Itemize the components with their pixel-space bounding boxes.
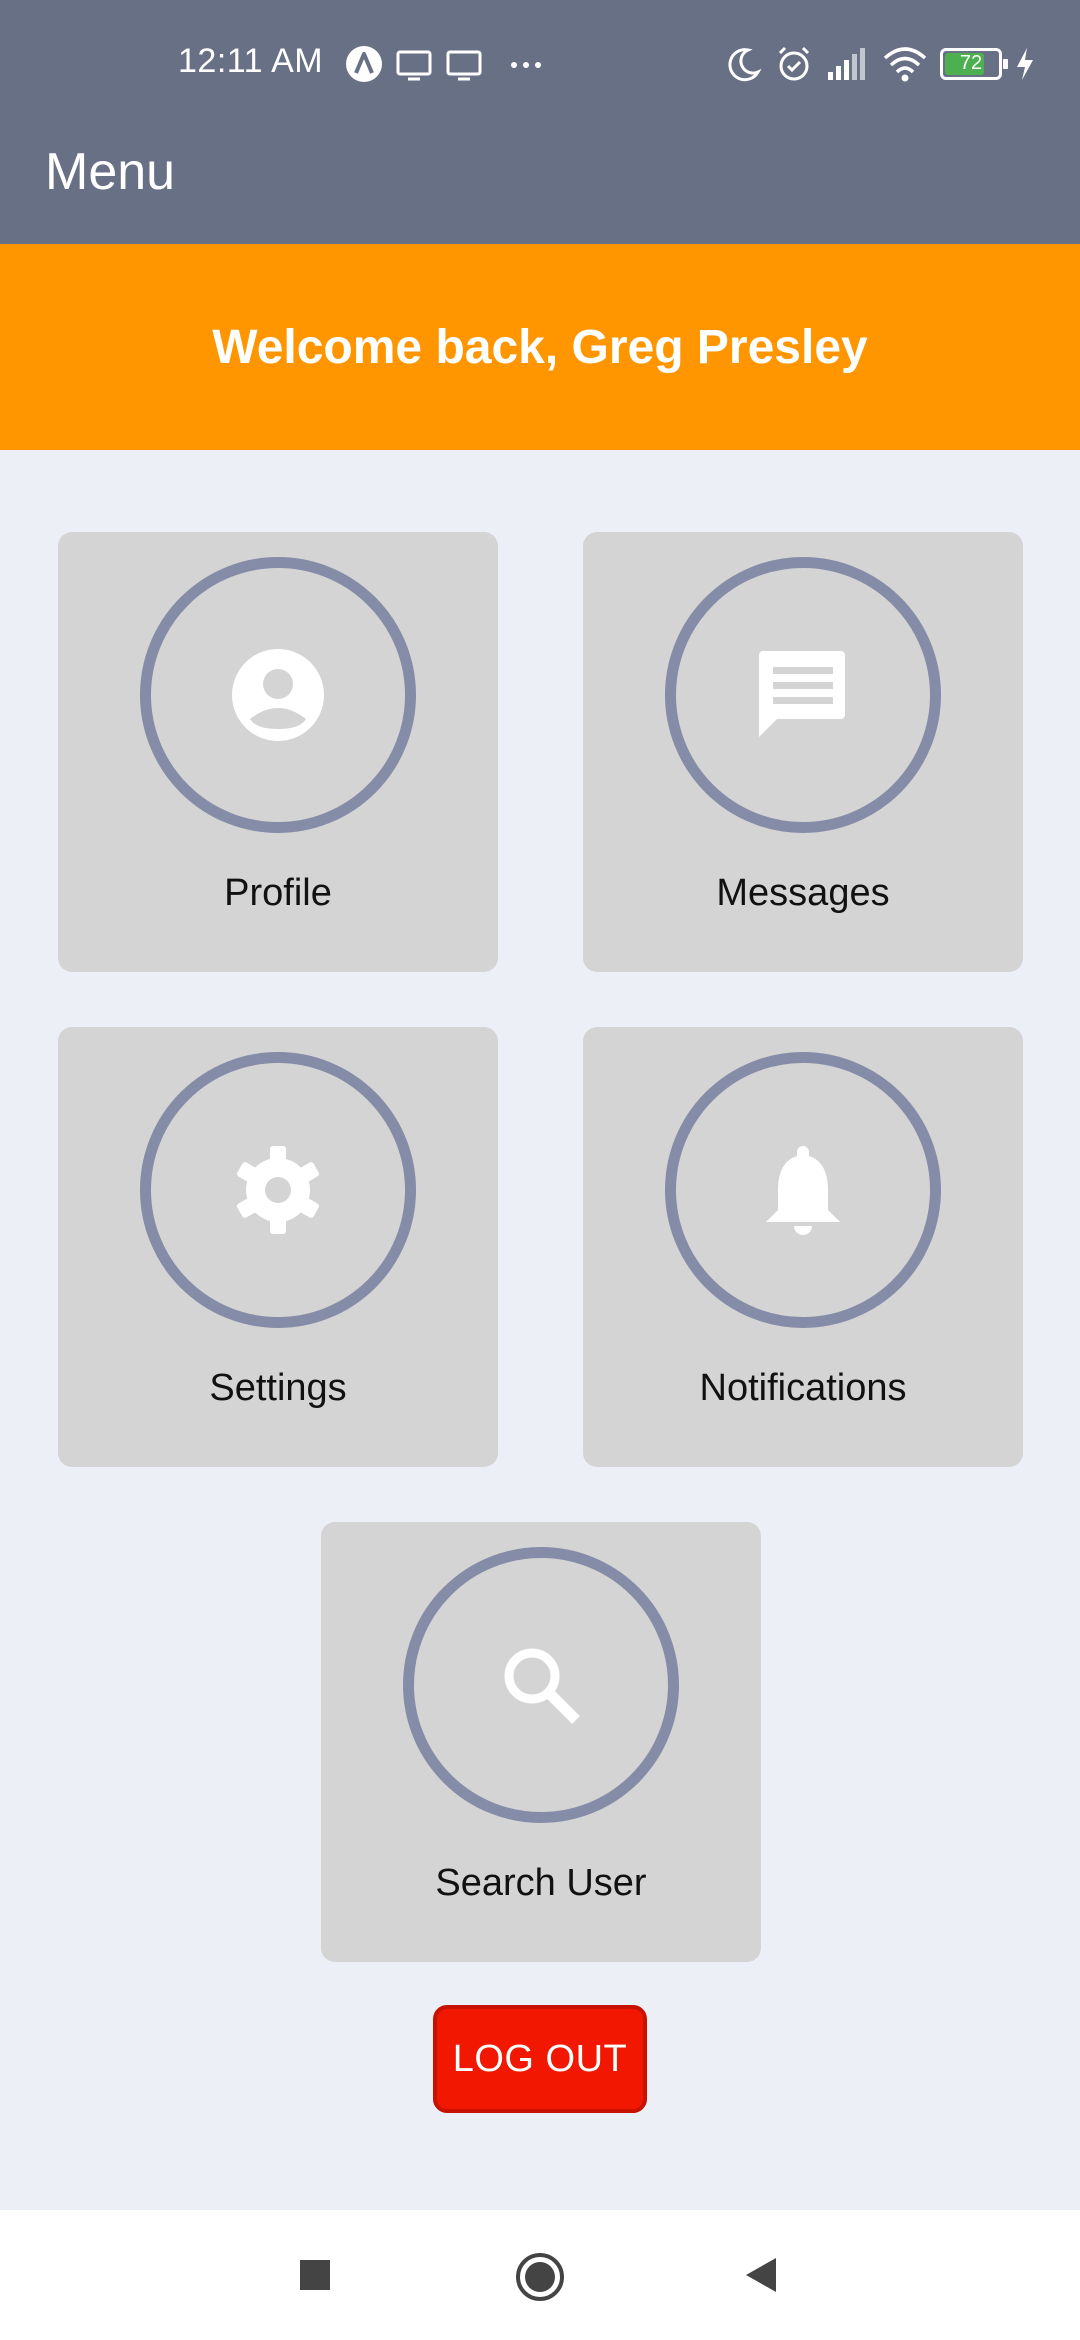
- moon-icon: [728, 48, 762, 82]
- more-dots-icon: [511, 62, 541, 68]
- search-icon-ring: [403, 1547, 679, 1823]
- messages-tile[interactable]: Messages: [583, 532, 1023, 972]
- settings-icon-ring: [140, 1052, 416, 1328]
- home-icon[interactable]: [513, 2250, 567, 2304]
- cast-icon: [446, 50, 482, 81]
- app-bar: Menu: [0, 130, 1080, 244]
- status-time: 12:11 AM: [178, 42, 324, 80]
- settings-tile[interactable]: Settings: [58, 1027, 498, 1467]
- logout-button[interactable]: LOG OUT: [433, 2005, 647, 2113]
- messages-label: Messages: [716, 872, 890, 914]
- notifications-label: Notifications: [699, 1367, 907, 1409]
- system-nav-bar: [0, 2210, 1080, 2340]
- notifications-tile[interactable]: Notifications: [583, 1027, 1023, 1467]
- alarm-icon: [778, 46, 810, 81]
- profile-icon-ring: [140, 557, 416, 833]
- message-icon: [759, 651, 845, 737]
- account-circle-icon: [232, 649, 324, 741]
- search-user-tile[interactable]: Search User: [321, 1522, 761, 1962]
- search-icon: [504, 1648, 580, 1724]
- profile-label: Profile: [224, 872, 332, 914]
- back-icon[interactable]: [738, 2250, 788, 2300]
- gear-icon: [236, 1146, 320, 1234]
- bell-icon: [766, 1146, 840, 1235]
- messages-icon-ring: [665, 557, 941, 833]
- app-a-icon: [346, 46, 382, 82]
- battery-level: 72: [959, 52, 983, 74]
- welcome-banner: Welcome back, Greg Presley: [0, 244, 1080, 450]
- search-user-label: Search User: [435, 1862, 647, 1904]
- status-bar: 12:11 AM 72: [0, 0, 1080, 130]
- recents-icon[interactable]: [290, 2250, 340, 2300]
- cast-icon: [396, 50, 432, 81]
- signal-icon: [828, 48, 865, 80]
- battery-icon: 72: [940, 48, 1008, 80]
- wifi-icon: [883, 47, 927, 82]
- settings-label: Settings: [209, 1367, 347, 1409]
- profile-tile[interactable]: Profile: [58, 532, 498, 972]
- charging-icon: [1017, 48, 1033, 80]
- notifications-icon-ring: [665, 1052, 941, 1328]
- menu-screen: 12:11 AM 72 Menu Welcome back, Greg Pres…: [0, 0, 1080, 2340]
- page-title: Menu: [45, 143, 176, 201]
